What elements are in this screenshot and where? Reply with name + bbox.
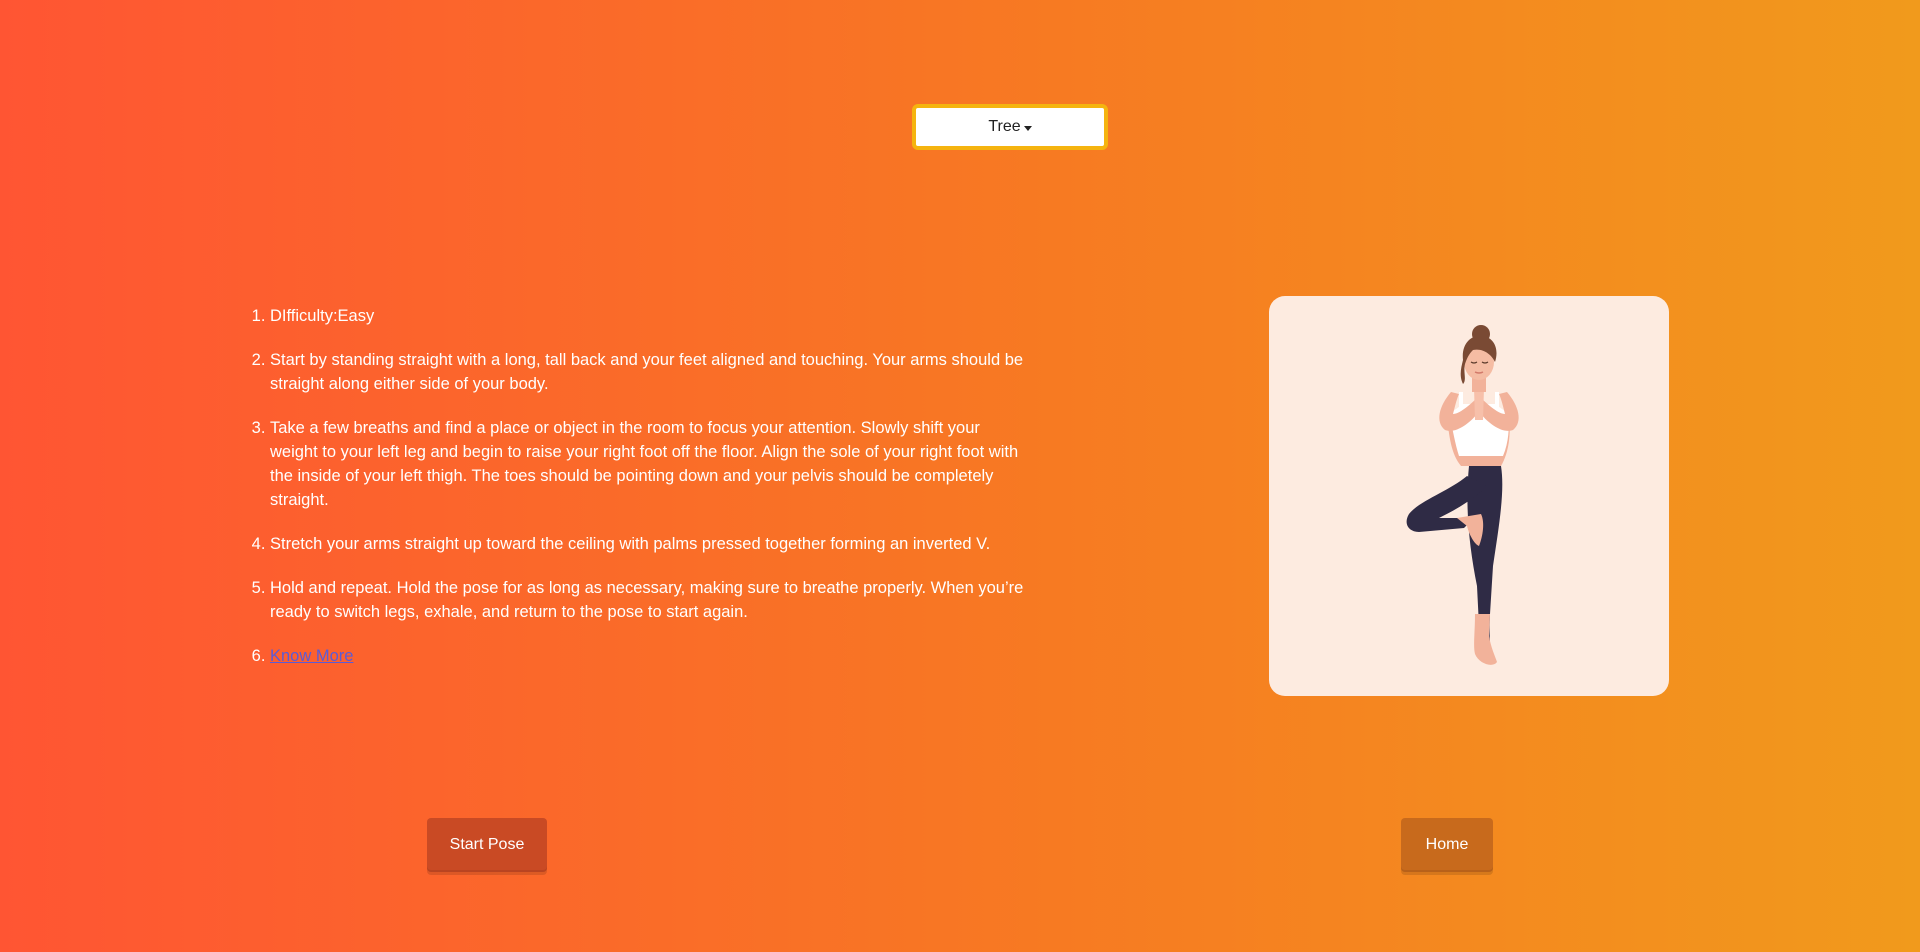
instruction-text: DIfficulty:Easy — [270, 307, 375, 325]
instruction-text: Stretch your arms straight up toward the… — [270, 535, 991, 553]
yoga-tree-pose-illustration — [1406, 325, 1519, 665]
instruction-item: DIfficulty:Easy — [270, 304, 1026, 328]
instruction-item: Take a few breaths and find a place or o… — [270, 416, 1026, 512]
pose-image-card — [1269, 296, 1669, 696]
instruction-text: Take a few breaths and find a place or o… — [270, 419, 1019, 509]
start-pose-button[interactable]: Start Pose — [427, 818, 547, 872]
instruction-text: Hold and repeat. Hold the pose for as lo… — [270, 579, 1024, 621]
pose-instructions-list: DIfficulty:Easy Start by standing straig… — [252, 304, 1026, 688]
pose-selector-dropdown[interactable]: Tree — [912, 104, 1108, 150]
pose-selector-value: Tree — [988, 118, 1021, 135]
know-more-link[interactable]: Know More — [270, 647, 353, 665]
caret-down-icon — [1023, 125, 1032, 131]
home-button[interactable]: Home — [1401, 818, 1493, 872]
instruction-item: Hold and repeat. Hold the pose for as lo… — [270, 576, 1026, 624]
instruction-item: Start by standing straight with a long, … — [270, 348, 1026, 396]
instruction-item: Stretch your arms straight up toward the… — [270, 532, 1026, 556]
instruction-item: Know More — [270, 644, 1026, 668]
instruction-text: Start by standing straight with a long, … — [270, 351, 1024, 393]
